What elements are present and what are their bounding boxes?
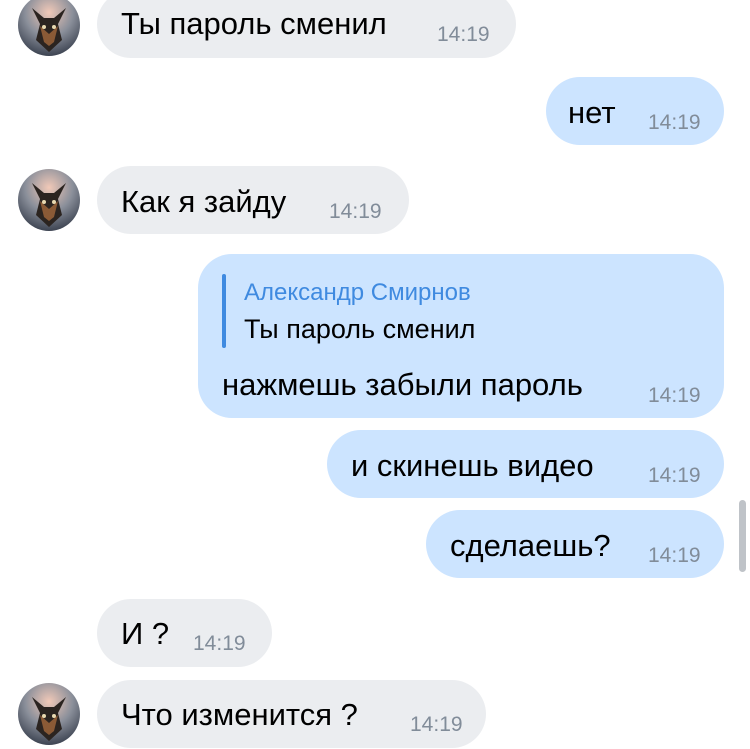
message-bubble-incoming[interactable]: И ? 14:19 xyxy=(97,599,272,667)
message-bubble-outgoing[interactable]: нет 14:19 xyxy=(546,77,724,145)
message-time: 14:19 xyxy=(648,111,701,134)
message-bubble-outgoing-reply[interactable]: Александр Смирнов Ты пароль сменил нажме… xyxy=(198,254,724,418)
message-text: Что изменится ? xyxy=(121,697,358,732)
message-text: И ? xyxy=(121,616,170,651)
message-text: Ты пароль сменил xyxy=(121,6,387,41)
sender-avatar[interactable] xyxy=(18,0,80,56)
message-time: 14:19 xyxy=(193,632,246,655)
sender-avatar[interactable] xyxy=(18,683,80,745)
message-time: 14:19 xyxy=(648,464,701,487)
scrollbar-thumb[interactable] xyxy=(739,500,746,572)
dog-avatar-icon xyxy=(18,0,80,56)
sender-avatar[interactable] xyxy=(18,169,80,231)
reply-author[interactable]: Александр Смирнов xyxy=(244,279,471,307)
dog-avatar-icon xyxy=(18,683,80,745)
message-text: и скинешь видео xyxy=(351,448,594,483)
message-text: Как я зайду xyxy=(121,184,287,219)
message-time: 14:19 xyxy=(410,713,463,736)
message-bubble-outgoing[interactable]: и скинешь видео 14:19 xyxy=(327,430,724,498)
message-time: 14:19 xyxy=(648,384,701,407)
message-bubble-incoming[interactable]: Ты пароль сменил 14:19 xyxy=(97,0,516,58)
message-time: 14:19 xyxy=(329,200,382,223)
message-bubble-incoming[interactable]: Что изменится ? 14:19 xyxy=(97,680,486,748)
dog-avatar-icon xyxy=(18,169,80,231)
reply-accent-bar xyxy=(222,274,226,348)
message-bubble-incoming[interactable]: Как я зайду 14:19 xyxy=(97,166,409,234)
message-text: сделаешь? xyxy=(450,528,611,563)
message-text: нажмешь забыли пароль xyxy=(222,367,583,402)
message-time: 14:19 xyxy=(437,23,490,46)
reply-quoted-text: Ты пароль сменил xyxy=(244,314,476,344)
message-bubble-outgoing[interactable]: сделаешь? 14:19 xyxy=(426,510,724,578)
message-text: нет xyxy=(568,95,616,130)
message-time: 14:19 xyxy=(648,544,701,567)
